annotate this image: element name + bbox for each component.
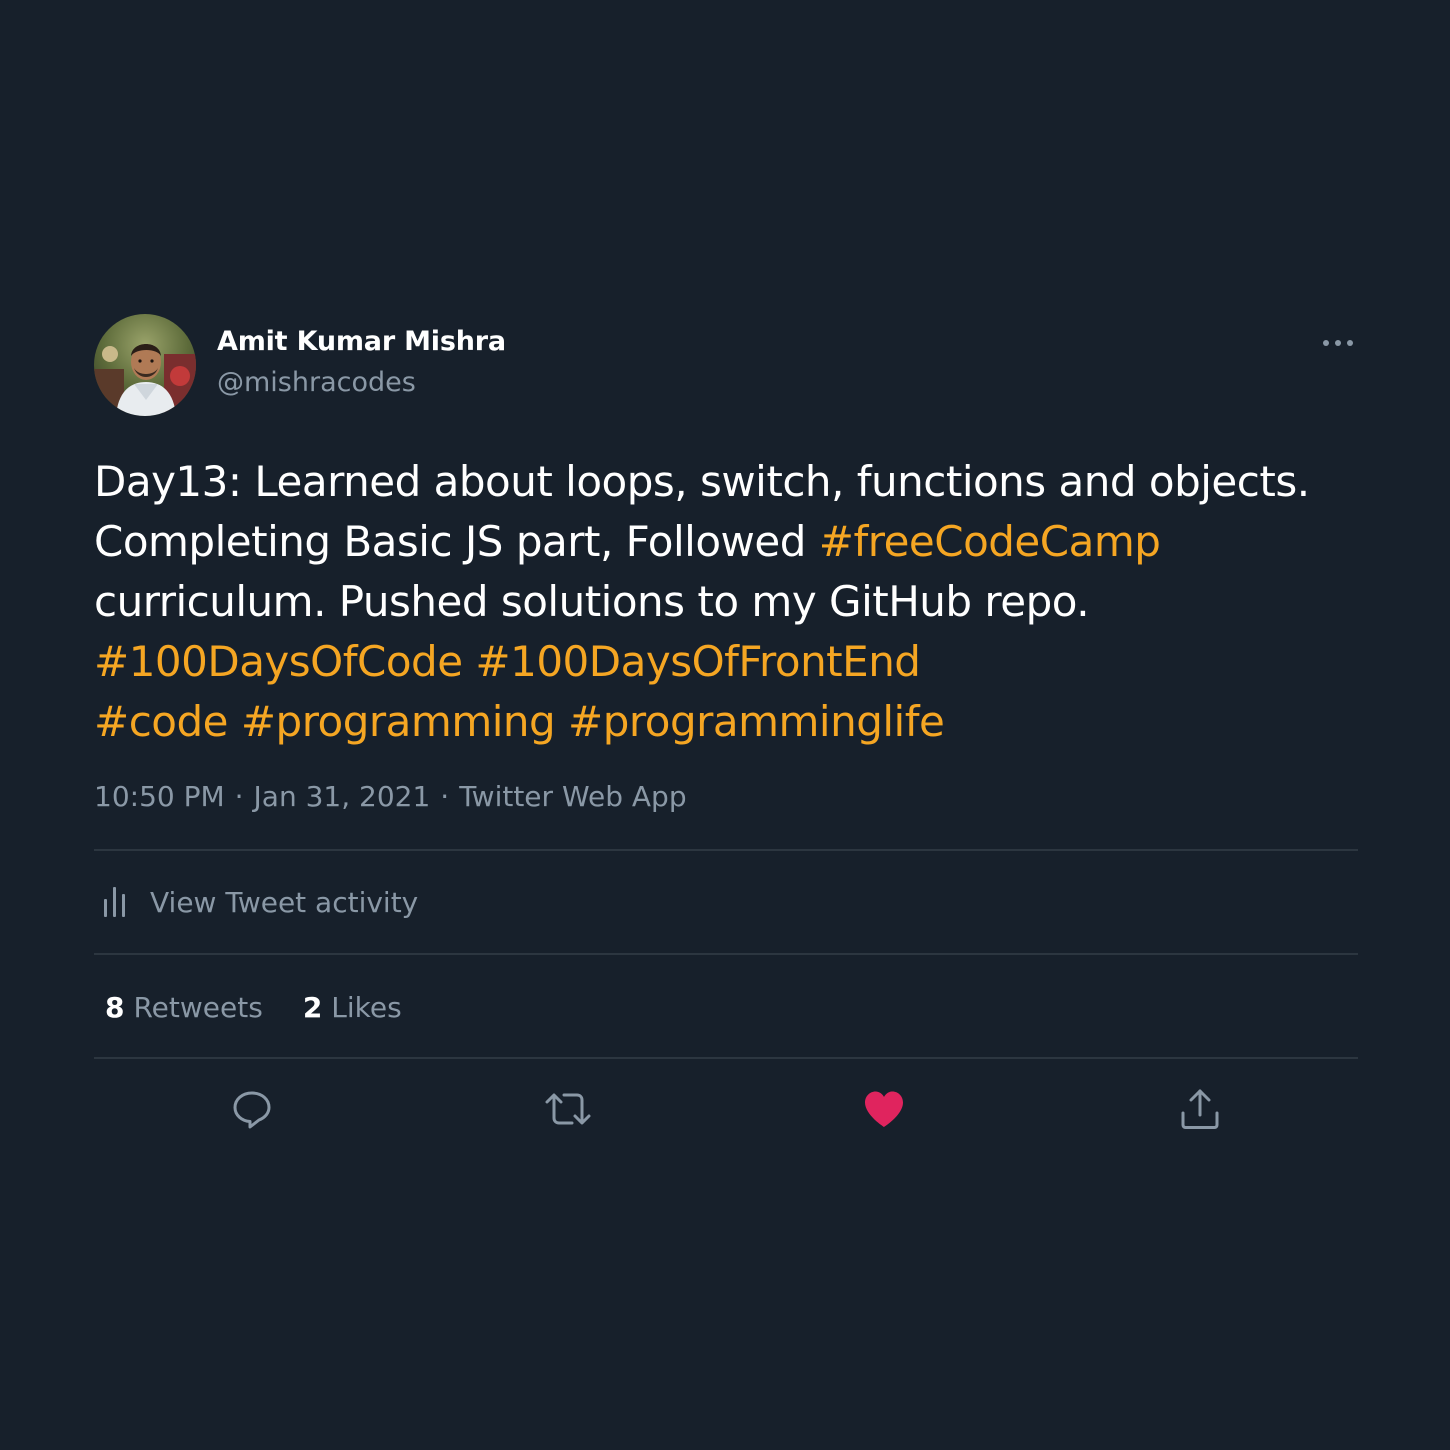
- heart-icon: [865, 1091, 903, 1127]
- author-handle[interactable]: @mishracodes: [217, 367, 416, 398]
- tweet-source[interactable]: Twitter Web App: [459, 780, 686, 813]
- divider: [94, 1057, 1358, 1059]
- tweet-text-line: Completing Basic JS part, Followed #free…: [94, 512, 1358, 572]
- hashtag-link[interactable]: #100DaysOfCode: [94, 637, 463, 686]
- hashtag-link[interactable]: #code: [94, 697, 228, 746]
- retweet-button[interactable]: [543, 1084, 593, 1134]
- tweet-text-line: Day13: Learned about loops, switch, func…: [94, 457, 1310, 506]
- view-tweet-activity-label: View Tweet activity: [150, 885, 419, 919]
- bar-chart-icon: [104, 887, 125, 917]
- retweets-label: Retweets: [133, 990, 263, 1024]
- hashtag-link[interactable]: #100DaysOfFrontEnd: [475, 637, 921, 686]
- tweet-date[interactable]: Jan 31, 2021: [254, 780, 431, 813]
- retweets-stat[interactable]: 8 Retweets: [105, 991, 263, 1024]
- retweets-count: 8: [105, 990, 125, 1024]
- tweet-text-line: curriculum. Pushed solutions to my GitHu…: [94, 577, 1090, 626]
- hashtag-link[interactable]: #programming: [241, 697, 556, 746]
- view-tweet-activity-link[interactable]: View Tweet activity: [94, 876, 418, 928]
- more-options-button[interactable]: [1318, 328, 1358, 358]
- tweet-text-segment: Completing Basic JS part, Followed: [94, 517, 819, 566]
- tweet-meta: 10:50 PM · Jan 31, 2021 · Twitter Web App: [94, 780, 687, 813]
- share-icon: [1181, 1089, 1219, 1129]
- avatar[interactable]: [94, 314, 196, 416]
- tweet-text-line: #code #programming #programminglife: [94, 692, 1358, 752]
- avatar-photo: [94, 314, 196, 416]
- tweet-header: Amit Kumar Mishra @mishracodes: [94, 314, 1358, 418]
- more-options-icon: [1323, 340, 1353, 346]
- hashtag-link[interactable]: #programminglife: [568, 697, 945, 746]
- tweet-card: Amit Kumar Mishra @mishracodes Day13: Le…: [94, 314, 1358, 1129]
- reply-button[interactable]: [227, 1084, 277, 1134]
- tweet-stats: 8 Retweets 2 Likes: [105, 981, 442, 1033]
- divider: [94, 849, 1358, 851]
- tweet-text: Day13: Learned about loops, switch, func…: [94, 452, 1358, 752]
- share-button[interactable]: [1175, 1084, 1225, 1134]
- tweet-text-line: #100DaysOfCode #100DaysOfFrontEnd: [94, 632, 1358, 692]
- meta-separator: ·: [234, 780, 244, 813]
- divider: [94, 953, 1358, 955]
- likes-stat[interactable]: 2 Likes: [303, 991, 402, 1024]
- tweet-time[interactable]: 10:50 PM: [94, 780, 225, 813]
- likes-count: 2: [302, 990, 323, 1024]
- retweet-icon: [545, 1093, 591, 1125]
- author-name[interactable]: Amit Kumar Mishra: [217, 326, 506, 357]
- hashtag-link[interactable]: #freeCodeCamp: [819, 517, 1161, 566]
- reply-icon: [233, 1091, 271, 1129]
- meta-separator: ·: [440, 780, 450, 813]
- like-button[interactable]: [859, 1084, 909, 1134]
- likes-label: Likes: [331, 990, 402, 1024]
- tweet-actions: [94, 1084, 1358, 1134]
